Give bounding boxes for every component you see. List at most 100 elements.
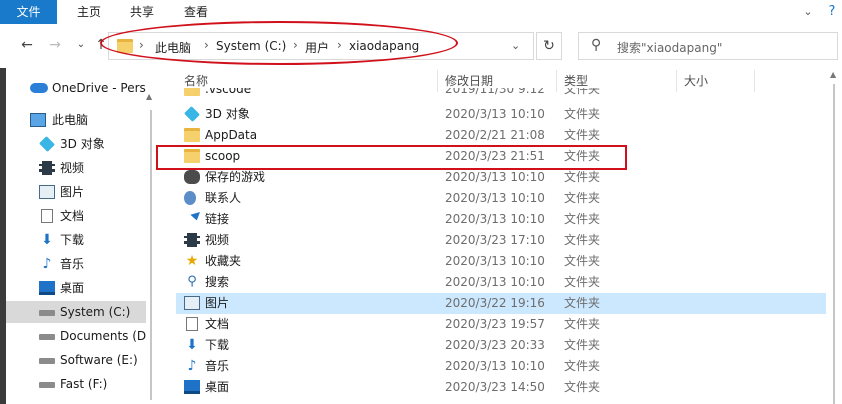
file-date: 2020/3/13 10:10 [445, 107, 545, 121]
file-type: 文件夹 [564, 338, 601, 352]
nav-item-3d-objects[interactable]: 3D 对象 [6, 133, 146, 155]
folder-icon [184, 128, 200, 142]
cloud-icon [30, 83, 48, 93]
file-name: 图片 [205, 296, 230, 310]
file-type: 文件夹 [564, 149, 601, 163]
nav-item-label: Fast (F:) [60, 377, 108, 391]
nav-item-videos[interactable]: 视频 [6, 157, 146, 179]
scroll-up-icon[interactable]: ▲ [146, 92, 152, 101]
links-icon [184, 212, 200, 226]
nav-item-label: 3D 对象 [60, 137, 105, 151]
nav-item-downloads[interactable]: ⬇ 下载 [6, 229, 146, 251]
breadcrumb-users[interactable]: 用户 [305, 39, 329, 56]
search-placeholder: 搜索"xiaodapang" [617, 41, 723, 55]
refresh-icon[interactable]: ↻ [536, 32, 562, 60]
tab-home[interactable]: 主页 [67, 0, 111, 24]
search-input[interactable]: ⚲ 搜索"xiaodapang" [578, 32, 838, 60]
file-list-scrollbar[interactable]: ▲ [826, 68, 842, 404]
file-date: 2020/3/23 21:51 [445, 149, 545, 163]
file-name: 下载 [205, 338, 230, 352]
favorites-icon: ★ [185, 253, 199, 269]
download-icon: ⬇ [186, 337, 198, 353]
address-bar[interactable]: › 此电脑 › System (C:) › 用户 › xiaodapang ⌄ [108, 32, 534, 60]
table-row[interactable]: 图片 2020/3/22 19:16 文件夹 [176, 293, 826, 314]
video-icon [39, 161, 55, 175]
table-row[interactable]: AppData 2020/2/21 21:08 文件夹 [176, 125, 826, 146]
file-name: 文档 [205, 317, 230, 331]
file-name: 音乐 [205, 359, 230, 373]
forward-icon[interactable]: → [46, 36, 64, 54]
file-date: 2020/3/13 10:10 [445, 212, 545, 226]
table-row[interactable]: 视频 2020/3/23 17:10 文件夹 [176, 230, 826, 251]
nav-item-onedrive[interactable]: OneDrive - Perso [6, 77, 146, 99]
tab-view[interactable]: 查看 [174, 0, 218, 24]
table-row[interactable]: scoop 2020/3/23 21:51 文件夹 [176, 146, 826, 167]
nav-item-software-e[interactable]: Software (E:) [6, 349, 146, 371]
breadcrumb-this-pc[interactable]: 此电脑 [155, 39, 191, 56]
desktop-icon [39, 281, 55, 295]
nav-item-this-pc[interactable]: 此电脑 [6, 109, 146, 131]
video-icon [184, 233, 200, 247]
breadcrumb-separator-icon: › [337, 38, 342, 52]
nav-item-label: 此电脑 [52, 113, 89, 127]
nav-item-system-c[interactable]: System (C:) [6, 301, 146, 323]
nav-item-label: 桌面 [60, 281, 85, 295]
table-row[interactable]: 联系人 2020/3/13 10:10 文件夹 [176, 188, 826, 209]
ribbon-expand-icon[interactable]: ⌄ [800, 4, 816, 20]
nav-item-pictures[interactable]: 图片 [6, 181, 146, 203]
nav-item-label: 文档 [60, 209, 85, 223]
picture-icon [39, 185, 55, 199]
breadcrumb-xiaodapang[interactable]: xiaodapang [349, 39, 419, 53]
table-row[interactable]: .vscode 2019/11/30 9:12 文件夹 [176, 88, 826, 102]
breadcrumb-system-c[interactable]: System (C:) [216, 39, 286, 53]
drive-icon [39, 310, 55, 316]
nav-item-label: System (C:) [60, 305, 131, 319]
saved-games-icon [184, 170, 200, 184]
music-icon: ♪ [42, 256, 52, 272]
nav-item-documents-d[interactable]: Documents (D:) [6, 325, 146, 347]
address-dropdown-icon[interactable]: ⌄ [511, 39, 520, 52]
table-row[interactable]: 保存的游戏 2020/3/13 10:10 文件夹 [176, 167, 826, 188]
file-name: 联系人 [205, 191, 242, 205]
breadcrumb-separator-icon: › [139, 38, 144, 52]
back-icon[interactable]: ← [18, 36, 36, 54]
table-row[interactable]: 链接 2020/3/13 10:10 文件夹 [176, 209, 826, 230]
download-icon: ⬇ [41, 232, 53, 248]
file-type: 文件夹 [564, 380, 601, 394]
nav-item-documents[interactable]: 文档 [6, 205, 146, 227]
nav-item-label: Documents (D:) [60, 329, 146, 343]
3d-objects-icon [39, 136, 55, 152]
music-icon: ♪ [187, 358, 197, 374]
tab-share[interactable]: 共享 [120, 0, 164, 24]
help-icon[interactable]: ? [824, 4, 840, 20]
recent-locations-icon[interactable]: ⌄ [72, 36, 90, 54]
file-name: 视频 [205, 233, 230, 247]
table-row[interactable]: ⬇ 下载 2020/3/23 20:33 文件夹 [176, 335, 826, 356]
file-name: 收藏夹 [205, 254, 242, 268]
nav-item-desktop[interactable]: 桌面 [6, 277, 146, 299]
nav-pane-scrollbar[interactable]: ▲ [146, 68, 160, 404]
search-icon: ⚲ [591, 37, 602, 53]
table-row[interactable]: ★ 收藏夹 2020/3/13 10:10 文件夹 [176, 251, 826, 272]
file-date: 2020/3/22 19:16 [445, 296, 545, 310]
table-row[interactable]: 桌面 2020/3/23 14:50 文件夹 [176, 377, 826, 398]
file-date: 2020/3/13 10:10 [445, 359, 545, 373]
nav-item-music[interactable]: ♪ 音乐 [6, 253, 146, 275]
table-row[interactable]: ♪ 音乐 2020/3/13 10:10 文件夹 [176, 356, 826, 377]
document-icon [186, 317, 198, 331]
table-row[interactable]: 3D 对象 2020/3/13 10:10 文件夹 [176, 104, 826, 125]
folder-icon [184, 88, 200, 96]
file-type: 文件夹 [564, 296, 601, 310]
table-row[interactable]: 文档 2020/3/23 19:57 文件夹 [176, 314, 826, 335]
scroll-up-icon[interactable]: ▲ [830, 70, 836, 79]
file-date: 2020/2/21 21:08 [445, 128, 545, 142]
file-date: 2020/3/23 14:50 [445, 380, 545, 394]
file-type: 文件夹 [564, 317, 601, 331]
nav-item-fast-f[interactable]: Fast (F:) [6, 373, 146, 395]
file-type: 文件夹 [564, 212, 601, 226]
sort-ascending-icon: ⌃ [300, 68, 309, 76]
table-row[interactable]: ⚲ 搜索 2020/3/13 10:10 文件夹 [176, 272, 826, 293]
nav-item-label: 下载 [60, 233, 85, 247]
scrollbar-track [150, 110, 152, 400]
tab-file[interactable]: 文件 [0, 0, 57, 24]
